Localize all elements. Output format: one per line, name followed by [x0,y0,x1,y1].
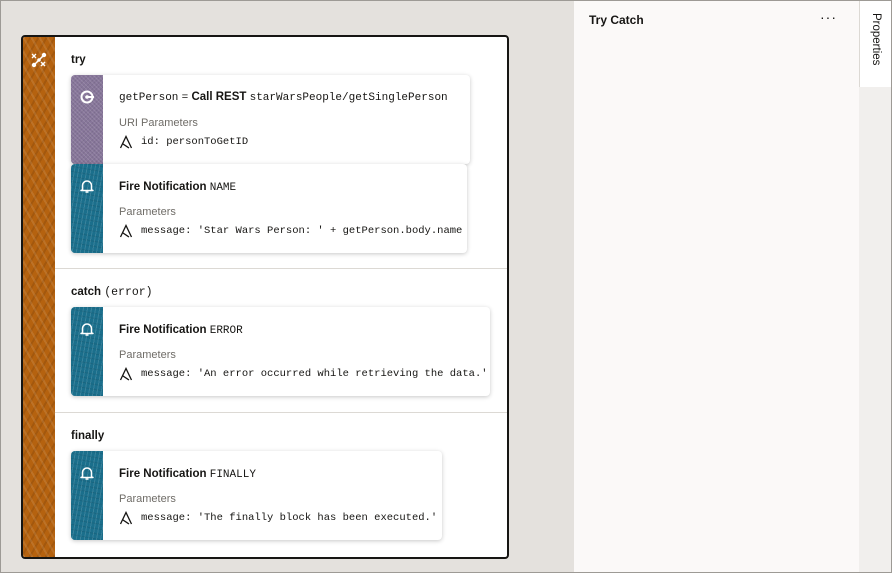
expression-icon [119,224,133,238]
notify-finally-label: Fire Notification [119,468,207,480]
section-divider [55,268,507,269]
notification-side [71,164,103,253]
notify-name-param-row: message: 'Star Wars Person: ' + getPerso… [119,224,462,238]
catch-keyword: catch [71,286,102,298]
try-catch-block[interactable]: try getPerson = Call REST starWarsPeople… [21,35,509,559]
notify-finally-params-heading: Parameters [119,493,176,505]
rest-api-icon [80,90,94,104]
more-options-icon[interactable]: ··· [820,9,837,25]
notify-finally-type: FINALLY [209,469,256,481]
bell-icon [80,323,94,336]
notify-name-type: NAME [209,182,237,194]
section-divider [55,412,507,413]
side-rail: Properties [859,1,891,572]
fire-notification-name-card[interactable]: Fire Notification NAME Parameters messag… [71,164,467,253]
catch-label: catch (error) [71,286,153,299]
expression-icon [119,135,133,149]
notify-error-param-row: message: 'An error occurred while retrie… [119,367,488,381]
finally-label: finally [71,430,105,442]
notify-name-title: Fire Notification NAME [119,181,236,194]
panel-title: Try Catch [589,13,644,27]
rest-equals: = [181,92,189,104]
diagram-canvas[interactable]: try getPerson = Call REST starWarsPeople… [1,1,573,572]
fire-notification-finally-card[interactable]: Fire Notification FINALLY Parameters mes… [71,451,442,540]
notify-finally-param-value: message: 'The finally block has been exe… [141,512,438,524]
notify-error-title: Fire Notification ERROR [119,324,243,337]
notify-error-params-heading: Parameters [119,349,176,361]
expression-icon [119,511,133,525]
tab-properties[interactable]: Properties [859,1,891,87]
notify-name-param-value: message: 'Star Wars Person: ' + getPerso… [141,225,463,237]
try-label: try [71,54,86,66]
catch-param: (error) [104,286,153,299]
bell-icon [80,180,94,193]
rest-action: Call REST [191,91,247,103]
expression-icon [119,367,133,381]
rest-param-value: id: personToGetID [141,136,249,148]
rest-params-heading: URI Parameters [119,117,198,129]
rest-endpoint: starWarsPeople/getSinglePerson [249,92,448,104]
properties-panel: Try Catch ··· [574,1,859,572]
notify-error-type: ERROR [209,325,243,337]
notification-side [71,307,103,396]
notify-error-param-value: message: 'An error occurred while retrie… [141,368,488,380]
notification-side [71,451,103,540]
call-rest-title: getPerson = Call REST starWarsPeople/get… [119,91,448,104]
rest-param-row: id: personToGetID [119,135,248,149]
notify-name-params-heading: Parameters [119,206,176,218]
try-catch-icon [31,52,47,68]
notify-name-label: Fire Notification [119,181,207,193]
call-rest-card[interactable]: getPerson = Call REST starWarsPeople/get… [71,75,470,164]
try-catch-strip [23,37,55,557]
notify-finally-param-row: message: 'The finally block has been exe… [119,511,437,525]
notify-error-label: Fire Notification [119,324,207,336]
call-rest-side [71,75,103,164]
fire-notification-error-card[interactable]: Fire Notification ERROR Parameters messa… [71,307,490,396]
notify-finally-title: Fire Notification FINALLY [119,468,256,481]
bell-icon [80,467,94,480]
rest-result-var: getPerson [119,92,179,104]
tab-properties-label: Properties [870,13,882,66]
